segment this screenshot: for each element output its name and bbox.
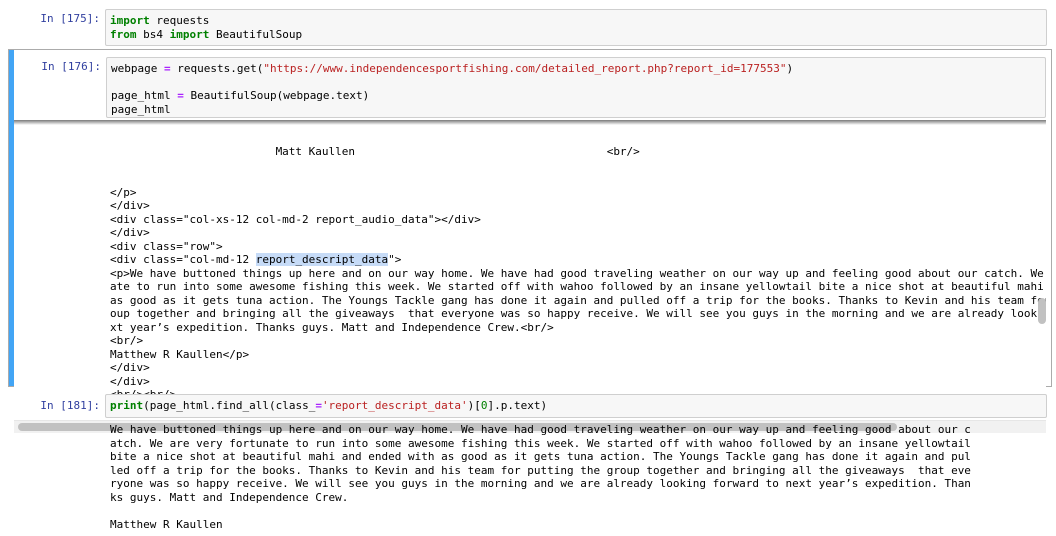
code-token: page_html xyxy=(111,89,178,102)
print-output-line: led off a trip for the books. Thanks to … xyxy=(110,463,971,477)
output-line: </div> xyxy=(110,361,1046,375)
output-line: <p>We have buttoned things up here and o… xyxy=(110,267,1046,281)
output-line: ate to run into some awesome fishing thi… xyxy=(110,280,1046,294)
code-line: print(page_html.find_all(class_='report_… xyxy=(110,399,1046,413)
html-output: Matt Kaullen <br/> </p> </div> <div class=… xyxy=(110,120,1046,417)
cell-prompt: In [175]: xyxy=(40,12,100,25)
code-line: page_html = BeautifulSoup(webpage.text) xyxy=(111,89,1045,103)
output-line-text: ate to run into some awesome fishing thi… xyxy=(110,280,1046,293)
code-input[interactable]: print(page_html.find_all(class_='report_… xyxy=(105,394,1047,418)
vertical-scroll-thumb[interactable] xyxy=(1038,298,1046,324)
code-token: ].p.text) xyxy=(487,399,548,412)
code-token: "https://www.independencesportfishing.co… xyxy=(263,62,787,75)
code-token: page_html xyxy=(111,102,171,116)
code-token: 0 xyxy=(480,399,488,412)
code-token: import xyxy=(110,14,150,27)
output-line-text: xt year’s expedition. Thanks guys. Matt … xyxy=(110,320,554,334)
code-token: (page_html.find_all(class_ xyxy=(143,399,316,412)
print-output-line: atch. We are very fortunate to run into … xyxy=(110,436,971,450)
output-line: <div class="row"> xyxy=(110,240,1046,254)
code-token: requests.get( xyxy=(170,62,264,75)
output-line-text: <div class="col-md-12 xyxy=(110,253,256,266)
output-line-text: as good as it gets tuna action. The Youn… xyxy=(110,293,1046,307)
output-line-text: Matthew R Kaullen</p> xyxy=(110,347,250,361)
output-line-text: </p> xyxy=(110,185,137,199)
output-line: <div class="col-xs-12 col-md-2 report_au… xyxy=(110,213,1046,227)
code-editor[interactable]: webpage = requests.get("https://www.inde… xyxy=(111,62,1045,116)
code-token: requests xyxy=(149,14,210,27)
output-line-text: <div class="row"> xyxy=(110,239,223,253)
print-output-line: We have buttoned things up here and on o… xyxy=(110,423,971,436)
code-token: bs4 xyxy=(136,27,170,41)
print-output: We have buttoned things up here and on o… xyxy=(110,423,971,531)
code-line: from bs4 import BeautifulSoup xyxy=(110,28,1046,42)
code-line: import requests xyxy=(110,14,1046,28)
code-token: from xyxy=(110,27,137,41)
output-line-text: </div> xyxy=(110,226,150,239)
vertical-scrollbar[interactable] xyxy=(1035,122,1049,412)
output-line: </div> xyxy=(110,375,1046,389)
output-line: </p> xyxy=(110,186,1046,200)
code-token: = xyxy=(163,62,171,75)
search-highlight: report_descript_data xyxy=(255,253,389,266)
output-line: <div class="col-md-12 report_descript_da… xyxy=(110,253,1046,267)
output-line: oup together and bringing all the giveaw… xyxy=(110,307,1046,321)
print-output-line: ryone was so happy receive. We will see … xyxy=(110,477,971,490)
code-token: import xyxy=(169,27,210,41)
output-line-text: </div> xyxy=(110,374,150,388)
output-line: </div> xyxy=(110,199,1046,213)
code-token: = xyxy=(177,89,184,102)
code-line: page_html xyxy=(111,103,1045,117)
output-line-text: <br/> xyxy=(110,334,144,347)
code-cell-1[interactable]: In [175]: import requests from bs4 import… xyxy=(0,5,1056,46)
code-token: BeautifulSoup xyxy=(209,27,303,41)
code-token: ) xyxy=(786,62,794,75)
code-token: 'report_descript_data' xyxy=(321,399,468,412)
code-input[interactable]: webpage = requests.get("https://www.inde… xyxy=(106,57,1046,118)
output-line: <br/> xyxy=(110,334,1046,348)
scrolled-output[interactable]: Matt Kaullen <br/> </p> </div> <div class=… xyxy=(14,120,1046,417)
output-line: Matthew R Kaullen</p> xyxy=(110,348,1046,362)
code-line: webpage = requests.get("https://www.inde… xyxy=(111,62,1045,76)
print-output-line: Matthew R Kaullen xyxy=(110,517,223,531)
print-output-line: ks guys. Matt and Independence Crew. xyxy=(110,490,349,504)
code-editor[interactable]: import requests from bs4 import Beautiful… xyxy=(110,14,1046,41)
code-cell-2-selected[interactable]: In [176]: webpage = requests.get("https:… xyxy=(8,49,1052,433)
code-token: )[ xyxy=(467,399,481,412)
output-line: xt year’s expedition. Thanks guys. Matt … xyxy=(110,321,1046,335)
code-token: webpage xyxy=(111,62,164,75)
output-line-suffix: "> xyxy=(388,253,402,266)
code-cell-3[interactable]: In [181]: print(page_html.find_all(class… xyxy=(0,392,1056,536)
output-line-text: </div> xyxy=(110,199,150,212)
print-output-line xyxy=(110,504,971,518)
cell-prompt: In [181]: xyxy=(40,399,100,412)
code-editor[interactable]: print(page_html.find_all(class_='report_… xyxy=(110,399,1046,413)
code-token: print xyxy=(110,399,144,412)
output-line: </div> xyxy=(110,226,1046,240)
output-line-partial: Matt Kaullen <br/> xyxy=(110,145,640,158)
output-line: as good as it gets tuna action. The Youn… xyxy=(110,294,1046,308)
output-line-text: oup together and bringing all the giveaw… xyxy=(110,307,1046,320)
output-line-text: <div class="col-xs-12 col-md-2 report_au… xyxy=(110,212,481,226)
code-input[interactable]: import requests from bs4 import Beautiful… xyxy=(105,9,1047,46)
output-scroll-shadow xyxy=(14,120,1046,125)
cell-prompt: In [176]: xyxy=(41,60,101,73)
output-line-text: </div> xyxy=(110,361,150,374)
code-token: = xyxy=(315,399,322,412)
output-line-text: <p>We have buttoned things up here and o… xyxy=(110,266,1046,280)
code-token: BeautifulSoup(webpage.text) xyxy=(183,89,370,102)
print-output-line: bite a nice shot at beautiful mahi and e… xyxy=(110,450,971,463)
